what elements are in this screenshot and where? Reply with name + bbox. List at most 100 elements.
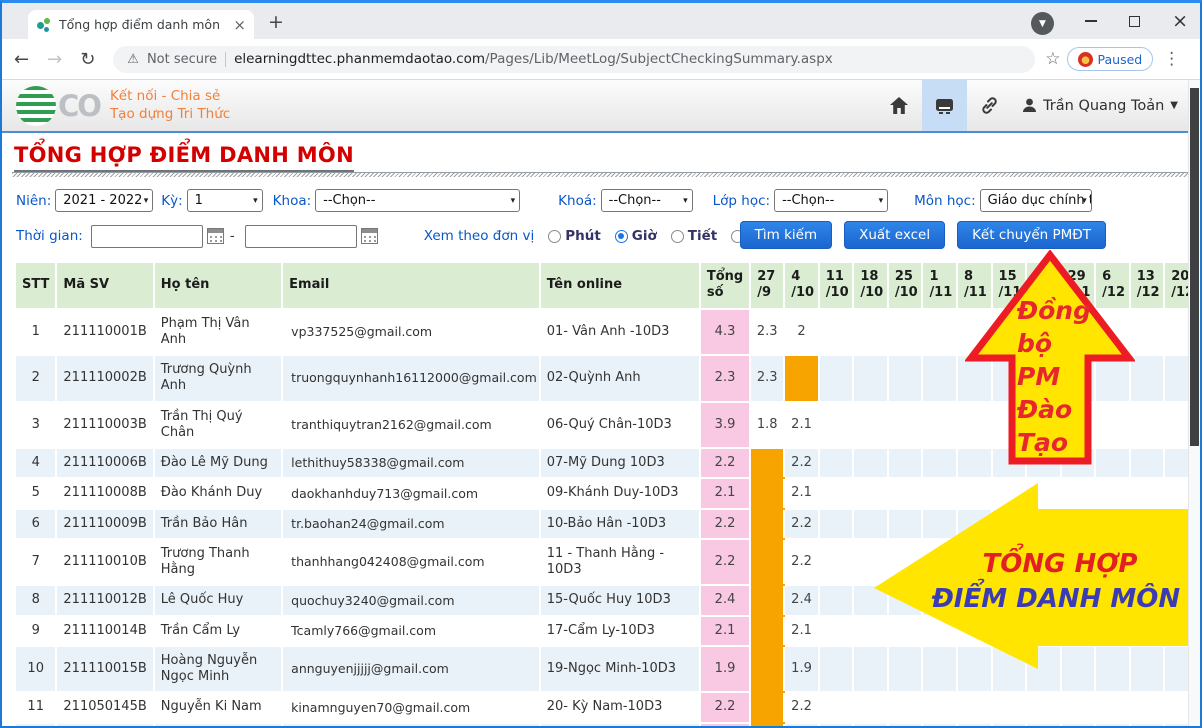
mon-hoc-select[interactable]: Giáo dục chính trị -▾ bbox=[980, 189, 1092, 212]
calendar-icon[interactable] bbox=[361, 228, 378, 244]
cell-day-value bbox=[853, 355, 888, 402]
khoa2-select[interactable]: --Chọn--▾ bbox=[601, 189, 693, 212]
scrollbar[interactable] bbox=[1188, 80, 1200, 726]
cell-stt bbox=[15, 723, 56, 728]
cell-day-value bbox=[1130, 723, 1165, 728]
cell-ho_ten: Trần Bảo Hân bbox=[154, 509, 282, 539]
cell-day-value bbox=[1061, 692, 1096, 722]
cell-ten_online: 07-Mỹ Dung 10D3 bbox=[540, 448, 700, 478]
cell-stt: 8 bbox=[15, 585, 56, 615]
mon-hoc-label: Môn học: bbox=[914, 193, 976, 209]
bookmark-star-icon[interactable]: ☆ bbox=[1045, 49, 1060, 69]
export-excel-button[interactable]: Xuất excel bbox=[844, 221, 945, 249]
cell-absent bbox=[750, 509, 784, 539]
browser-toolbar: ← → ↻ ⚠ Not secure elearningdttec.phanme… bbox=[2, 39, 1200, 80]
site-header: CO Kết nối - Chia sẻ Tạo dựng Tri Thức T… bbox=[2, 80, 1200, 133]
cell-ma_sv: 211110014B bbox=[56, 616, 153, 646]
browser-menu-icon[interactable]: ⋮ bbox=[1163, 49, 1180, 69]
khoa-select[interactable]: --Chọn--▾ bbox=[315, 189, 520, 212]
radio-icon[interactable] bbox=[671, 230, 684, 243]
cell-absent bbox=[750, 723, 784, 728]
cell-tong_so: 2.2 bbox=[700, 509, 750, 539]
cell-day-value: 2.1 bbox=[784, 478, 819, 508]
browser-profile-avatar[interactable]: ▼ bbox=[1031, 12, 1054, 35]
radio-unit-tiet[interactable]: Tiết bbox=[671, 228, 717, 244]
cell-email: quochuy3240@gmail.com bbox=[282, 585, 540, 615]
transfer-pmdt-button[interactable]: Kết chuyển PMĐT bbox=[957, 221, 1106, 249]
back-icon[interactable]: ← bbox=[14, 49, 29, 70]
annotation-left-arrow-line1: TỔNG HỢP bbox=[940, 549, 1180, 579]
chevron-down-icon: ▾ bbox=[879, 196, 884, 206]
cell-ten_online: 09-Khánh Duy-10D3 bbox=[540, 478, 700, 508]
home-icon[interactable] bbox=[876, 80, 922, 131]
page-title: TỔNG HỢP ĐIỂM DANH MÔN bbox=[14, 143, 354, 172]
cell-day-value bbox=[1026, 692, 1061, 722]
chevron-down-icon: ▾ bbox=[253, 196, 258, 206]
cell-day-value bbox=[819, 646, 854, 693]
url-text: elearningdttec.phanmemdaotao.com/Pages/L… bbox=[234, 51, 833, 67]
cell-email: lethithuy58338@gmail.com bbox=[282, 448, 540, 478]
cell-stt: 10 bbox=[15, 646, 56, 693]
calendar-icon[interactable] bbox=[207, 228, 224, 244]
cell-day-value bbox=[819, 723, 854, 728]
radio-unit-phut[interactable]: Phút bbox=[548, 228, 601, 244]
cell-ma_sv: 211110010B bbox=[56, 539, 153, 586]
cell-day-value bbox=[819, 509, 854, 539]
address-bar[interactable]: ⚠ Not secure elearningdttec.phanmemdaota… bbox=[113, 46, 1035, 73]
cell-day-value bbox=[957, 692, 992, 722]
cell-email: tranthiquytran2162@gmail.com bbox=[282, 402, 540, 449]
cell-day-value bbox=[819, 478, 854, 508]
cell-day-value: 2.1 bbox=[784, 402, 819, 449]
cell-tong_so: 2.2 bbox=[700, 448, 750, 478]
cell-stt: 4 bbox=[15, 448, 56, 478]
cell-tong_so: 2.2 bbox=[700, 539, 750, 586]
scrollbar-thumb[interactable] bbox=[1190, 88, 1199, 446]
browser-tab[interactable]: Tổng hợp điểm danh môn × bbox=[28, 10, 254, 39]
cell-day-value bbox=[853, 448, 888, 478]
cell-day-value bbox=[784, 723, 819, 728]
link-icon[interactable] bbox=[967, 80, 1012, 131]
cell-ten_online: 01- Vân Anh -10D3 bbox=[540, 309, 700, 356]
cell-day-value bbox=[888, 723, 923, 728]
date-from-input[interactable] bbox=[91, 225, 203, 248]
ky-select[interactable]: 1▾ bbox=[187, 189, 263, 212]
cell-day-value bbox=[922, 723, 957, 728]
cell-ho_ten: Trương Quỳnh Anh bbox=[154, 355, 282, 402]
column-header-email: Email bbox=[282, 262, 540, 309]
cell-day-value: 1.8 bbox=[750, 402, 784, 449]
cell-day-value bbox=[819, 309, 854, 356]
chevron-down-icon: ▾ bbox=[1082, 196, 1087, 206]
column-header-date: 25/10 bbox=[888, 262, 923, 309]
radio-unit-gio[interactable]: Giờ bbox=[615, 228, 657, 244]
radio-icon[interactable] bbox=[548, 230, 561, 243]
reload-icon[interactable]: ↻ bbox=[80, 49, 95, 70]
nien-select[interactable]: 2021 - 2022▾ bbox=[55, 189, 153, 212]
date-to-input[interactable] bbox=[245, 225, 357, 248]
new-tab-button[interactable]: + bbox=[268, 11, 284, 33]
nien-label: Niên: bbox=[16, 193, 51, 209]
tab-close-icon[interactable]: × bbox=[233, 16, 246, 34]
forward-icon[interactable]: → bbox=[47, 49, 62, 70]
cell-ma_sv: 211110015B bbox=[56, 646, 153, 693]
minimize-button[interactable] bbox=[1085, 20, 1097, 22]
annotation-line: bộ bbox=[1017, 327, 1091, 360]
cell-day-value bbox=[888, 355, 923, 402]
logo-tagline: Kết nối - Chia sẻ Tạo dựng Tri Thức bbox=[110, 88, 230, 123]
extension-paused-badge[interactable]: Paused bbox=[1067, 47, 1154, 71]
extension-logo-icon bbox=[1078, 52, 1093, 67]
lop-hoc-select[interactable]: --Chọn--▾ bbox=[774, 189, 888, 212]
search-button[interactable]: Tìm kiếm bbox=[740, 221, 832, 249]
cell-day-value bbox=[853, 692, 888, 722]
close-button[interactable]: × bbox=[1172, 12, 1188, 31]
radio-selected-icon[interactable] bbox=[615, 230, 628, 243]
maximize-button[interactable] bbox=[1129, 16, 1140, 27]
column-header-stt: STT bbox=[15, 262, 56, 309]
cell-day-value bbox=[888, 402, 923, 449]
chevron-down-icon: ▼ bbox=[1170, 100, 1178, 111]
user-menu[interactable]: Trần Quang Toản ▼ bbox=[1022, 98, 1178, 114]
cell-ho_ten: Phạm Thị Vân Anh bbox=[154, 309, 282, 356]
inbox-icon[interactable] bbox=[922, 80, 967, 131]
site-favicon bbox=[36, 17, 52, 33]
cell-ho_ten: Nguyễn Ki Nam bbox=[154, 692, 282, 722]
annotation-line: Đào bbox=[1017, 393, 1091, 426]
